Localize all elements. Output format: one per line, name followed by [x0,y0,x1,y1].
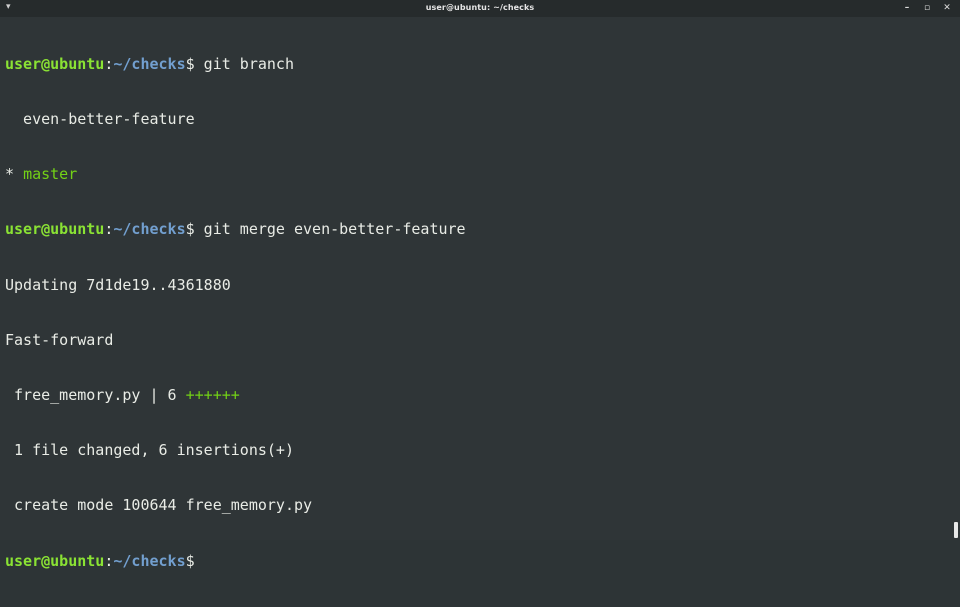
current-branch-marker: * [5,165,24,184]
prompt-user: user@ubuntu [5,220,105,239]
terminal-line-7: free_memory.py | 6 ++++++ [5,386,960,404]
prompt-colon: : [104,551,114,570]
prompt-path: ~/checks [113,220,186,239]
close-icon[interactable]: ✕ [942,2,952,14]
prompt-user: user@ubuntu [5,54,105,73]
terminal-line-6: Fast-forward [5,330,114,349]
prompt-path: ~/checks [113,54,186,73]
maximize-icon[interactable]: ▫ [922,2,932,14]
prompt-user: user@ubuntu [5,551,105,570]
window-controls: – ▫ ✕ [902,2,952,14]
terminal-line-1: user@ubuntu:~/checks$ git branch [5,55,960,73]
window-title: user@ubuntu: ~/checks [425,3,535,12]
terminal-line-9: create mode 100644 free_memory.py [5,496,313,515]
terminal-window: ▾ user@ubuntu: ~/checks – ▫ ✕ user@ubunt… [0,0,960,570]
terminal-output[interactable]: user@ubuntu:~/checks$ git branch even-be… [0,17,960,570]
terminal-line-10: user@ubuntu:~/checks$ [5,552,960,570]
terminal-line-8: 1 file changed, 6 insertions(+) [5,441,294,460]
command-text: git branch [194,54,294,73]
minimize-icon[interactable]: – [902,2,912,14]
command-text: git merge even-better-feature [194,220,466,239]
terminal-line-2: even-better-feature [5,110,195,129]
current-branch-name: master [23,165,78,184]
terminal-line-3: * master [5,165,960,183]
diffstat-plus: ++++++ [185,386,240,405]
prompt-dollar: $ [185,54,195,73]
scrollbar-thumb[interactable] [954,522,958,538]
prompt-path: ~/checks [113,551,186,570]
terminal-line-4: user@ubuntu:~/checks$ git merge even-bet… [5,220,960,238]
diffstat-file: free_memory.py | 6 [5,386,186,405]
terminal-line-5: Updating 7d1de19..4361880 [5,275,231,294]
title-bar[interactable]: ▾ user@ubuntu: ~/checks – ▫ ✕ [0,0,960,17]
prompt-dollar: $ [185,551,195,570]
prompt-dollar: $ [185,220,195,239]
